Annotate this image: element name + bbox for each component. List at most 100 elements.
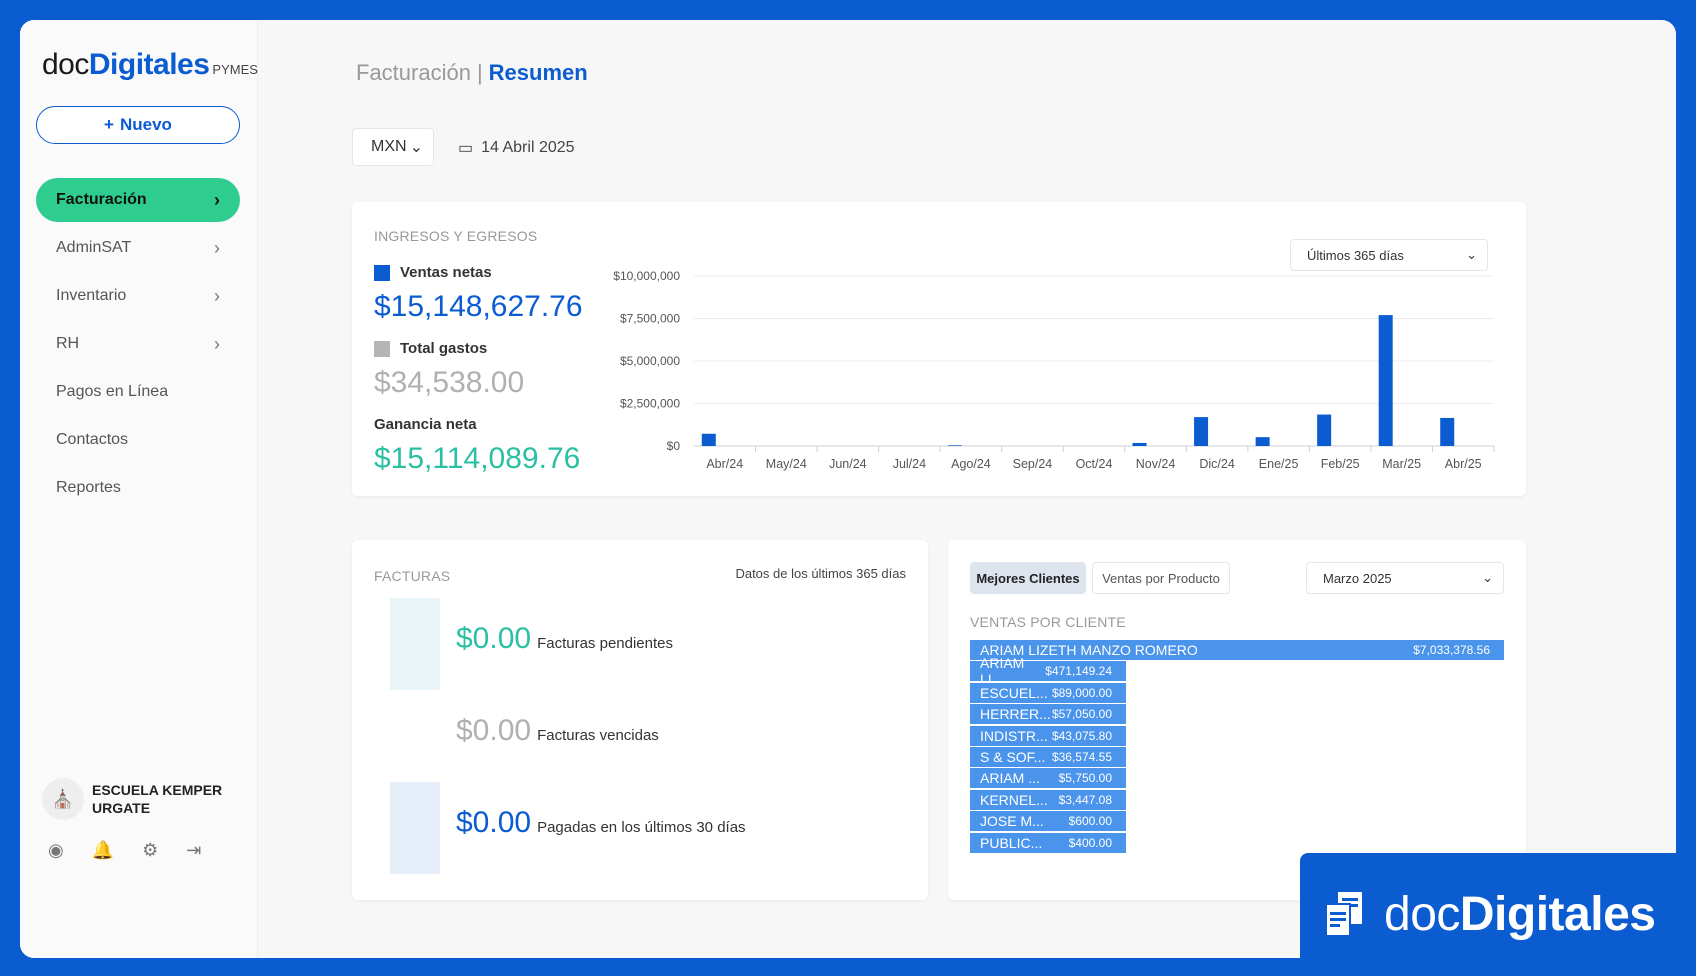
sidebar-item-label: Reportes — [56, 479, 121, 496]
sidebar-item-rh[interactable]: RH › — [36, 322, 240, 366]
chevron-right-icon: › — [214, 189, 220, 210]
pending-invoices[interactable]: $0.00 Facturas pendientes — [456, 622, 673, 656]
paid-invoices[interactable]: $0.00 Pagadas en los últimos 30 días — [456, 806, 746, 840]
bell-icon[interactable]: 🔔 — [92, 840, 114, 861]
sidebar-item-contactos[interactable]: Contactos — [36, 418, 240, 462]
range-value: Últimos 365 días — [1307, 247, 1404, 263]
logo-digitales: Digitales — [88, 48, 210, 81]
bar-Abr/24 — [701, 433, 716, 446]
sidebar-footer-icons: ◉ 🔔 ⚙ ⇥ — [48, 840, 201, 861]
sales-bar-chart: $0 $2,500,000 $5,000,000 $7,500,000 $10,000,… — [613, 269, 1495, 471]
client-name: PUBLIC... — [980, 834, 1043, 851]
client-amount: $600.00 — [1068, 814, 1112, 829]
promo-logo: docDigitales — [1384, 887, 1656, 942]
client-bar[interactable]: ESCUEL... $89,000.00 — [970, 682, 1126, 703]
month-select[interactable]: Marzo 2025 ⌄ — [1306, 562, 1504, 594]
client-bar[interactable]: PUBLIC... $400.00 — [970, 832, 1126, 853]
client-amount: $43,075.80 — [1051, 728, 1112, 743]
sidebar-item-adminsat[interactable]: AdminSAT › — [36, 226, 240, 270]
client-bar[interactable]: INDISTR... $43,075.80 — [970, 725, 1126, 746]
logo-doc: doc — [42, 48, 89, 81]
organization[interactable]: ⛪ ESCUELA KEMPER URGATE — [42, 778, 232, 820]
overdue-invoices[interactable]: $0.00 Facturas vencidas — [456, 714, 659, 748]
gastos-label: Total gastos — [400, 340, 488, 357]
sidebar-item-label: Pagos en Línea — [56, 383, 169, 400]
chevron-down-icon: ⌄ — [1482, 570, 1493, 585]
client-amount: $36,574.55 — [1051, 750, 1112, 764]
client-bar[interactable]: KERNEL... $3,447.08 — [970, 789, 1126, 810]
sidebar-item-label: Facturación — [56, 191, 147, 208]
pending-label: Facturas pendientes — [537, 635, 673, 652]
chevron-right-icon: › — [214, 285, 220, 306]
client-bar[interactable]: JOSE M... $600.00 — [970, 811, 1126, 832]
user-icon[interactable]: ◉ — [48, 840, 64, 861]
bar-Ago/24 — [947, 445, 962, 446]
card-title: VENTAS POR CLIENTE — [970, 614, 1126, 630]
y-tick-label: $2,500,000 — [620, 397, 680, 411]
client-name: INDISTR... — [980, 727, 1048, 744]
sidebar-item-label: Contactos — [56, 431, 129, 448]
card-title: INGRESOS Y EGRESOS — [374, 228, 538, 244]
bar-Mar/25 — [1378, 315, 1393, 446]
client-amount: $89,000.00 — [1051, 685, 1112, 700]
client-bar[interactable]: HERRER... $57,050.00 — [970, 704, 1126, 725]
chevron-down-icon: ⌄ — [1466, 247, 1477, 262]
sidebar-item-label: AdminSAT — [56, 239, 132, 256]
promo-banner: docDigitales — [1300, 853, 1696, 976]
paid-label: Pagadas en los últimos 30 días — [537, 819, 746, 836]
bar-Ene/25 — [1255, 437, 1270, 446]
x-tick-label: Sep/24 — [1013, 457, 1053, 471]
sidebar-nav: Facturación › AdminSAT › Inventario › RH… — [36, 178, 240, 514]
date-value: 14 Abril 2025 — [481, 139, 575, 156]
overdue-amount: $0.00 — [456, 714, 532, 747]
calendar-icon: ▭ — [458, 140, 474, 157]
logout-icon[interactable]: ⇥ — [186, 840, 201, 861]
tab-product-sales[interactable]: Ventas por Producto — [1092, 562, 1230, 594]
org-name: ESCUELA KEMPER URGATE — [92, 782, 223, 816]
client-name: KERNEL... — [980, 791, 1048, 808]
month-value: Marzo 2025 — [1323, 570, 1392, 586]
client-amount: $7,033,378.56 — [1413, 643, 1490, 657]
client-bar[interactable]: ARIAM LI... $471,149.24 — [970, 655, 1126, 687]
ventas-label: Ventas netas — [400, 264, 492, 281]
breadcrumb-separator: | — [476, 60, 483, 85]
tab-best-clients[interactable]: Mejores Clientes — [970, 562, 1086, 594]
overdue-label: Facturas vencidas — [537, 727, 659, 744]
client-amount: $5,750.00 — [1058, 771, 1112, 786]
client-name: JOSE M... — [980, 813, 1044, 830]
promo-digitales: Digitales — [1459, 888, 1656, 941]
client-bar[interactable]: ARIAM ... $5,750.00 — [970, 768, 1126, 789]
bar-Feb/25 — [1317, 414, 1332, 446]
client-bar[interactable]: ARIAM LIZETH MANZO ROMERO $7,033,378.56 — [970, 640, 1504, 660]
gastos-swatch — [374, 340, 390, 357]
app-logo[interactable]: docDigitales PYMES — [42, 48, 258, 82]
paid-amount: $0.00 — [456, 806, 532, 839]
clients-card: Mejores Clientes Ventas por Producto Mar… — [948, 540, 1526, 900]
paid-bar — [390, 782, 440, 874]
promo-doc: doc — [1384, 888, 1460, 941]
main-content: Facturación | Resumen MXN ⌄ ▭ 14 Abril 202… — [258, 20, 1676, 958]
currency-select[interactable]: MXN ⌄ — [352, 128, 434, 166]
sidebar-item-reportes[interactable]: Reportes — [36, 466, 240, 510]
bar-Nov/24 — [1132, 442, 1147, 446]
x-tick-label: Jul/24 — [893, 457, 926, 471]
x-tick-label: Mar/25 — [1382, 457, 1421, 471]
x-tick-label: Ago/24 — [951, 457, 991, 471]
new-button[interactable]: + Nuevo — [36, 106, 240, 144]
sidebar-item-facturacion[interactable]: Facturación › — [36, 178, 240, 222]
y-tick-label: $5,000,000 — [620, 354, 680, 368]
sidebar-item-pagos[interactable]: Pagos en Línea — [36, 370, 240, 414]
gear-icon[interactable]: ⚙ — [142, 840, 158, 861]
sidebar-item-inventario[interactable]: Inventario › — [36, 274, 240, 318]
bar-Dic/24 — [1194, 417, 1209, 446]
chevron-down-icon: ⌄ — [409, 139, 423, 156]
client-bar[interactable]: S & SOF... $36,574.55 — [970, 747, 1126, 767]
x-tick-label: Abr/24 — [706, 457, 743, 471]
date-picker[interactable]: ▭ 14 Abril 2025 — [458, 138, 575, 158]
breadcrumb-section[interactable]: Facturación — [356, 60, 471, 85]
breadcrumb: Facturación | Resumen — [356, 60, 588, 86]
income-expense-card: INGRESOS Y EGRESOS Ventas netas $15,148,… — [352, 202, 1526, 496]
x-tick-label: Oct/24 — [1076, 457, 1113, 471]
chevron-right-icon: › — [214, 237, 220, 258]
documents-icon — [1325, 891, 1362, 937]
